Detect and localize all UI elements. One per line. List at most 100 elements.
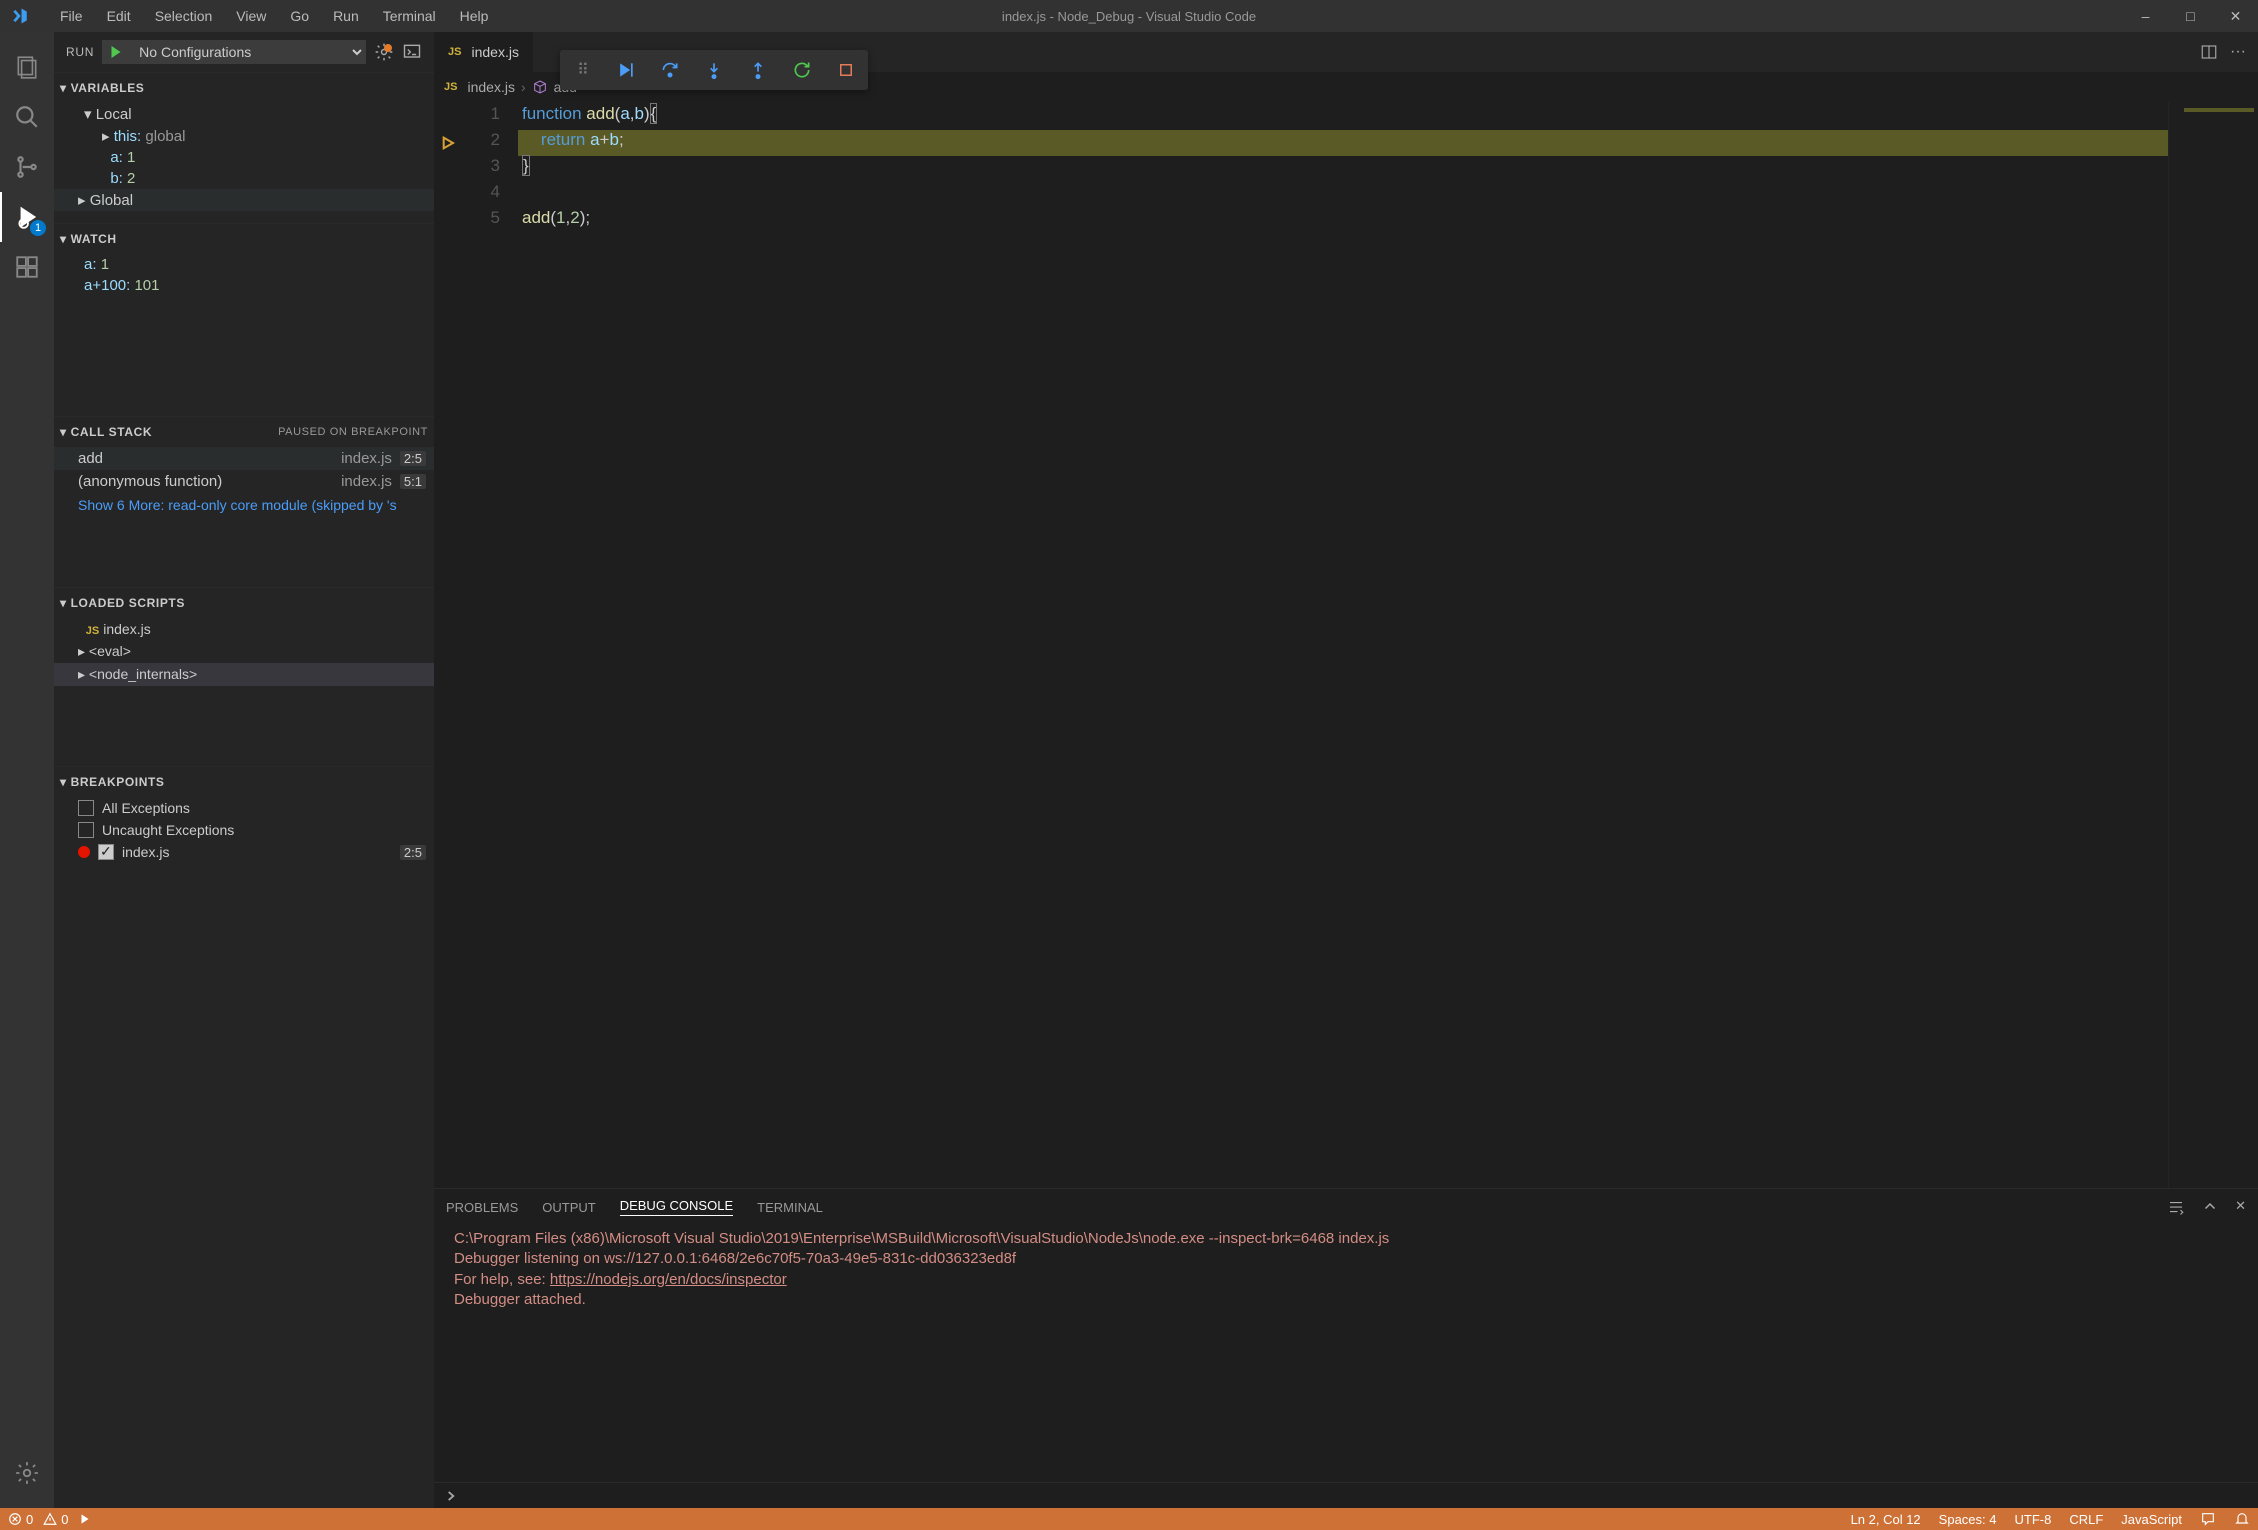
loaded-scripts-section: LOADED SCRIPTS JSindex.js <eval> <node_i… xyxy=(54,587,434,766)
more-actions-icon[interactable]: ··· xyxy=(2230,43,2246,61)
explorer-icon[interactable] xyxy=(0,42,54,92)
debug-console-toggle-icon[interactable] xyxy=(402,42,422,62)
config-warning-dot-icon xyxy=(384,44,392,52)
breakpoint-all-exceptions[interactable]: All Exceptions xyxy=(54,797,434,819)
close-panel-icon[interactable]: ✕ xyxy=(2235,1198,2246,1216)
panel-tab-problems[interactable]: PROBLEMS xyxy=(446,1200,518,1215)
filter-icon[interactable] xyxy=(2167,1198,2185,1216)
stack-frame[interactable]: (anonymous function)index.js5:1 xyxy=(54,470,434,493)
menu-bar: File Edit Selection View Go Run Terminal… xyxy=(40,4,498,28)
debug-badge: 1 xyxy=(30,220,46,236)
loaded-script-item[interactable]: <node_internals> xyxy=(54,663,434,686)
js-file-icon: JS xyxy=(448,46,461,58)
close-button[interactable]: ✕ xyxy=(2213,0,2258,32)
watch-item[interactable]: a+100: 101 xyxy=(78,275,434,296)
step-over-icon[interactable] xyxy=(658,58,682,82)
var-a[interactable]: a: 1 xyxy=(96,147,434,168)
debug-console-output[interactable]: C:\Program Files (x86)\Microsoft Visual … xyxy=(434,1225,2258,1482)
indent-info[interactable]: Spaces: 4 xyxy=(1939,1512,1997,1527)
settings-gear-icon[interactable] xyxy=(0,1448,54,1498)
search-icon[interactable] xyxy=(0,92,54,142)
callstack-header[interactable]: CALL STACKPAUSED ON BREAKPOINT xyxy=(54,417,434,447)
breakpoints-header[interactable]: BREAKPOINTS xyxy=(54,767,434,797)
loaded-script-item[interactable]: <eval> xyxy=(54,640,434,663)
breakpoint-item[interactable]: index.js2:5 xyxy=(54,841,434,863)
panel-tabs: PROBLEMS OUTPUT DEBUG CONSOLE TERMINAL ✕ xyxy=(434,1189,2258,1225)
menu-help[interactable]: Help xyxy=(450,4,499,28)
titlebar: File Edit Selection View Go Run Terminal… xyxy=(0,0,2258,32)
extensions-icon[interactable] xyxy=(0,242,54,292)
show-more-frames[interactable]: Show 6 More: read-only core module (skip… xyxy=(54,493,434,517)
menu-terminal[interactable]: Terminal xyxy=(373,4,446,28)
start-debug-icon[interactable] xyxy=(107,43,125,61)
line-numbers: 1 2 3 4 5 xyxy=(464,102,518,1188)
step-into-icon[interactable] xyxy=(702,58,726,82)
notifications-icon[interactable] xyxy=(2234,1511,2250,1527)
eol-info[interactable]: CRLF xyxy=(2069,1512,2103,1527)
editor-tab[interactable]: JSindex.js xyxy=(434,32,534,72)
editor-area: JSindex.js ··· JS index.js › add 1 2 3 xyxy=(434,32,2258,1508)
menu-edit[interactable]: Edit xyxy=(97,4,141,28)
checkbox[interactable] xyxy=(78,800,94,816)
menu-run[interactable]: Run xyxy=(323,4,369,28)
menu-selection[interactable]: Selection xyxy=(145,4,223,28)
js-file-icon: JS xyxy=(444,81,457,93)
run-header: RUN No Configurations xyxy=(54,32,434,72)
checkbox[interactable] xyxy=(78,822,94,838)
loaded-script-item[interactable]: JSindex.js xyxy=(54,618,434,640)
cursor-position[interactable]: Ln 2, Col 12 xyxy=(1851,1512,1921,1527)
panel-tab-terminal[interactable]: TERMINAL xyxy=(757,1200,823,1215)
var-b[interactable]: b: 2 xyxy=(96,168,434,189)
encoding-info[interactable]: UTF-8 xyxy=(2015,1512,2052,1527)
breakpoint-uncaught-exceptions[interactable]: Uncaught Exceptions xyxy=(54,819,434,841)
collapse-panel-icon[interactable] xyxy=(2201,1198,2219,1216)
run-debug-icon[interactable]: 1 xyxy=(0,192,54,242)
variables-header[interactable]: VARIABLES xyxy=(54,73,434,103)
var-this[interactable]: this: global xyxy=(96,125,434,147)
minimize-button[interactable]: – xyxy=(2123,0,2168,32)
loaded-scripts-header[interactable]: LOADED SCRIPTS xyxy=(54,588,434,618)
paused-status: PAUSED ON BREAKPOINT xyxy=(278,426,428,438)
maximize-button[interactable]: □ xyxy=(2168,0,2213,32)
panel-tab-debug-console[interactable]: DEBUG CONSOLE xyxy=(620,1198,733,1216)
source-control-icon[interactable] xyxy=(0,142,54,192)
continue-icon[interactable] xyxy=(614,58,638,82)
menu-go[interactable]: Go xyxy=(280,4,319,28)
menu-view[interactable]: View xyxy=(226,4,276,28)
menu-file[interactable]: File xyxy=(50,4,93,28)
variables-section: VARIABLES Local this: global a: 1 b: 2 G… xyxy=(54,72,434,211)
code-editor[interactable]: 1 2 3 4 5 function add(a,b){ return a+b;… xyxy=(434,102,2258,1188)
stack-frame[interactable]: addindex.js2:5 xyxy=(54,447,434,470)
inspector-docs-link[interactable]: https://nodejs.org/en/docs/inspector xyxy=(550,1271,787,1288)
debug-config-select[interactable]: No Configurations xyxy=(129,40,365,64)
breakpoint-dot-icon xyxy=(78,846,90,858)
panel-tab-output[interactable]: OUTPUT xyxy=(542,1200,595,1215)
watch-header[interactable]: WATCH xyxy=(54,224,434,254)
errors-count[interactable]: 0 xyxy=(8,1512,33,1527)
split-editor-icon[interactable] xyxy=(2200,43,2218,61)
current-line-indicator-icon xyxy=(434,130,464,156)
stop-icon[interactable] xyxy=(834,58,858,82)
var-group-local[interactable]: Local xyxy=(78,103,434,125)
step-out-icon[interactable] xyxy=(746,58,770,82)
breakpoints-section: BREAKPOINTS All Exceptions Uncaught Exce… xyxy=(54,766,434,863)
activity-bar: 1 xyxy=(0,32,54,1508)
debug-sidebar: RUN No Configurations VARIABLES Local th… xyxy=(54,32,434,1508)
var-group-global[interactable]: Global xyxy=(54,189,434,211)
checkbox[interactable] xyxy=(98,844,114,860)
cube-icon xyxy=(532,79,548,95)
window-title: index.js - Node_Debug - Visual Studio Co… xyxy=(1002,9,1256,24)
watch-section: WATCH a: 1 a+100: 101 xyxy=(54,223,434,416)
feedback-icon[interactable] xyxy=(2200,1511,2216,1527)
warnings-count[interactable]: 0 xyxy=(43,1512,68,1527)
minimap[interactable] xyxy=(2168,102,2258,1188)
debug-console-input[interactable] xyxy=(434,1482,2258,1508)
watch-item[interactable]: a: 1 xyxy=(78,254,434,275)
language-mode[interactable]: JavaScript xyxy=(2121,1512,2182,1527)
status-bar: 0 0 Ln 2, Col 12 Spaces: 4 UTF-8 CRLF Ja… xyxy=(0,1508,2258,1530)
callstack-section: CALL STACKPAUSED ON BREAKPOINT addindex.… xyxy=(54,416,434,587)
drag-handle-icon[interactable]: ⠿ xyxy=(570,58,594,82)
status-debug-icon[interactable] xyxy=(78,1512,92,1526)
restart-icon[interactable] xyxy=(790,58,814,82)
debug-toolbar[interactable]: ⠿ xyxy=(560,50,868,90)
